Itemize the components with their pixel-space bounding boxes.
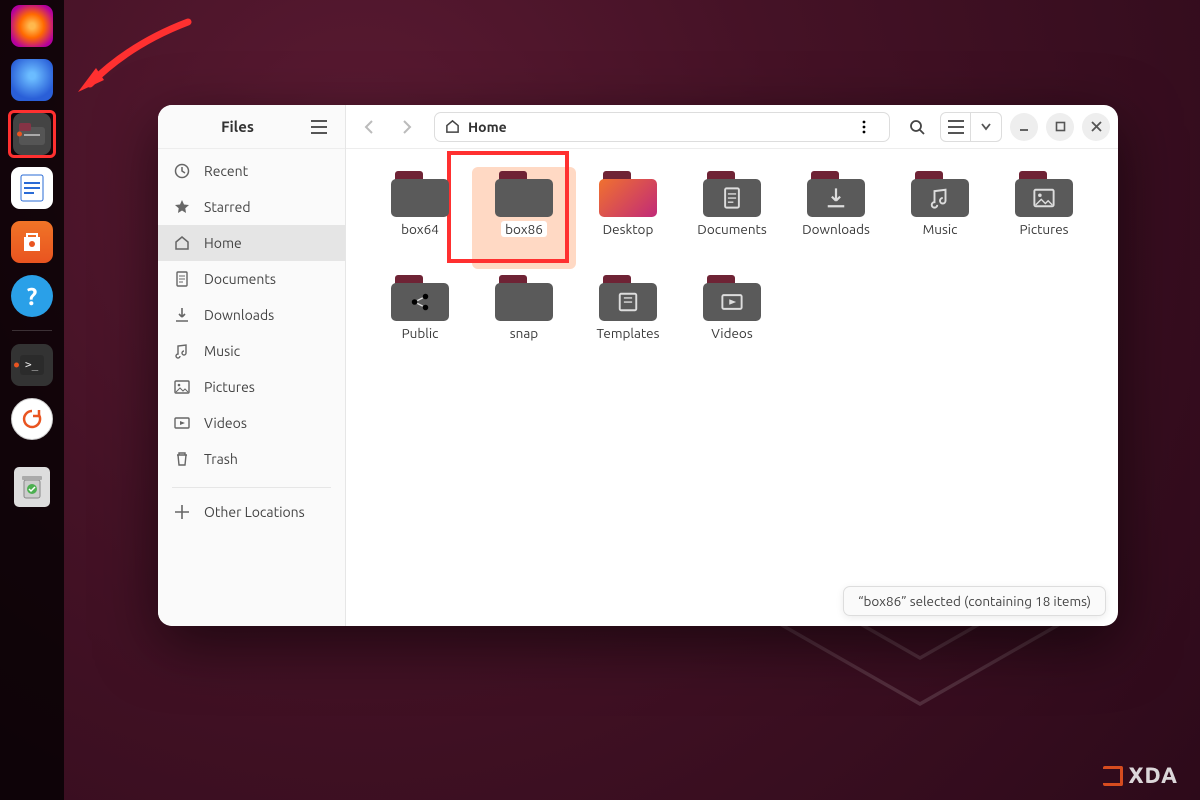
headerbar: Home — [346, 105, 1118, 149]
sidebar-divider — [172, 487, 331, 488]
folder-icon — [807, 171, 865, 217]
folder-box86[interactable]: box86 — [472, 167, 576, 269]
folder-icon — [703, 171, 761, 217]
dock-trash[interactable] — [8, 463, 56, 511]
folder-label: Videos — [711, 325, 752, 341]
folder-icon — [911, 171, 969, 217]
sidebar-item-label: Music — [204, 343, 240, 359]
xda-logo-icon — [1103, 766, 1123, 786]
folder-label: Music — [923, 221, 958, 237]
dock-thunderbird[interactable] — [8, 56, 56, 104]
status-bar: “box86” selected (containing 18 items) — [843, 586, 1106, 616]
sidebar-item-label: Pictures — [204, 379, 255, 395]
sidebar-item-videos[interactable]: Videos — [158, 405, 345, 441]
sidebar-item-label: Other Locations — [204, 504, 305, 520]
icon-grid[interactable]: box64 box86 Desktop Documents Downloads Music… — [346, 149, 1118, 626]
folder-label: box64 — [401, 221, 439, 237]
sidebar-item-label: Home — [204, 235, 242, 251]
folder-label: Templates — [597, 325, 660, 341]
folder-label: Downloads — [802, 221, 870, 237]
watermark-xda: XDA — [1103, 763, 1178, 788]
maximize-button[interactable] — [1046, 113, 1074, 141]
path-menu-button[interactable] — [849, 112, 879, 142]
folder-label: snap — [510, 325, 538, 341]
folder-downloads[interactable]: Downloads — [784, 167, 888, 269]
home-icon — [174, 235, 190, 251]
home-icon — [445, 119, 460, 134]
sidebar-item-pictures[interactable]: Pictures — [158, 369, 345, 405]
folder-videos[interactable]: Videos — [680, 271, 784, 373]
sidebar-item-label: Recent — [204, 163, 248, 179]
folder-icon — [1015, 171, 1073, 217]
close-button[interactable] — [1082, 113, 1110, 141]
clock-icon — [174, 163, 190, 179]
sidebar-item-trash[interactable]: Trash — [158, 441, 345, 477]
hamburger-menu-button[interactable] — [305, 113, 333, 141]
folder-box64[interactable]: box64 — [368, 167, 472, 269]
folder-templates[interactable]: Templates — [576, 271, 680, 373]
sidebar-item-home[interactable]: Home — [158, 225, 345, 261]
sidebar-item-label: Downloads — [204, 307, 274, 323]
search-button[interactable] — [902, 112, 932, 142]
folder-music[interactable]: Music — [888, 167, 992, 269]
content-area: Home box64 box86 Desktop Documents Downloads… — [346, 105, 1118, 626]
dock-terminal[interactable]: >_ — [8, 341, 56, 389]
download-icon — [174, 307, 190, 323]
folder-snap[interactable]: snap — [472, 271, 576, 373]
sidebar-item-starred[interactable]: Starred — [158, 189, 345, 225]
dock-help[interactable]: ? — [8, 272, 56, 320]
folder-documents[interactable]: Documents — [680, 167, 784, 269]
folder-label: Documents — [697, 221, 766, 237]
folder-desktop[interactable]: Desktop — [576, 167, 680, 269]
star-icon — [174, 199, 190, 215]
folder-label: box86 — [501, 221, 547, 237]
back-button[interactable] — [354, 112, 384, 142]
sidebar-item-label: Starred — [204, 199, 251, 215]
sidebar-item-downloads[interactable]: Downloads — [158, 297, 345, 333]
sidebar-item-label: Trash — [204, 451, 238, 467]
forward-button[interactable] — [392, 112, 422, 142]
doc-icon — [174, 271, 190, 287]
breadcrumb-home: Home — [468, 119, 507, 135]
sidebar-item-music[interactable]: Music — [158, 333, 345, 369]
folder-public[interactable]: Public — [368, 271, 472, 373]
video-icon — [174, 415, 190, 431]
minimize-button[interactable] — [1010, 113, 1038, 141]
folder-icon — [391, 275, 449, 321]
dock-software[interactable] — [8, 218, 56, 266]
dock-libreoffice[interactable] — [8, 164, 56, 212]
folder-icon — [495, 275, 553, 321]
files-window: Files Recent Starred Home Documents Download… — [158, 105, 1118, 626]
sidebar-item-recent[interactable]: Recent — [158, 153, 345, 189]
view-list-button[interactable] — [941, 113, 971, 141]
sidebar-item-documents[interactable]: Documents — [158, 261, 345, 297]
dock-firefox[interactable] — [8, 2, 56, 50]
view-dropdown-button[interactable] — [971, 113, 1001, 141]
folder-icon — [703, 275, 761, 321]
folder-label: Pictures — [1019, 221, 1068, 237]
sidebar-other-locations[interactable]: Other Locations — [158, 494, 345, 530]
trash-icon — [174, 451, 190, 467]
pathbar[interactable]: Home — [434, 112, 890, 142]
folder-label: Public — [402, 325, 439, 341]
svg-text:>_: >_ — [25, 358, 39, 371]
folder-pictures[interactable]: Pictures — [992, 167, 1096, 269]
dock-files[interactable] — [8, 110, 56, 158]
folder-icon — [599, 171, 657, 217]
folder-icon — [495, 171, 553, 217]
dock: ? >_ — [0, 0, 64, 800]
window-title: Files — [170, 118, 305, 135]
folder-icon — [599, 275, 657, 321]
folder-label: Desktop — [603, 221, 654, 237]
sidebar: Files Recent Starred Home Documents Download… — [158, 105, 346, 626]
folder-icon — [391, 171, 449, 217]
image-icon — [174, 379, 190, 395]
sidebar-item-label: Documents — [204, 271, 276, 287]
dock-separator — [12, 330, 52, 331]
dock-updater[interactable] — [8, 395, 56, 443]
view-switcher — [940, 112, 1002, 142]
sidebar-item-label: Videos — [204, 415, 247, 431]
music-icon — [174, 343, 190, 359]
